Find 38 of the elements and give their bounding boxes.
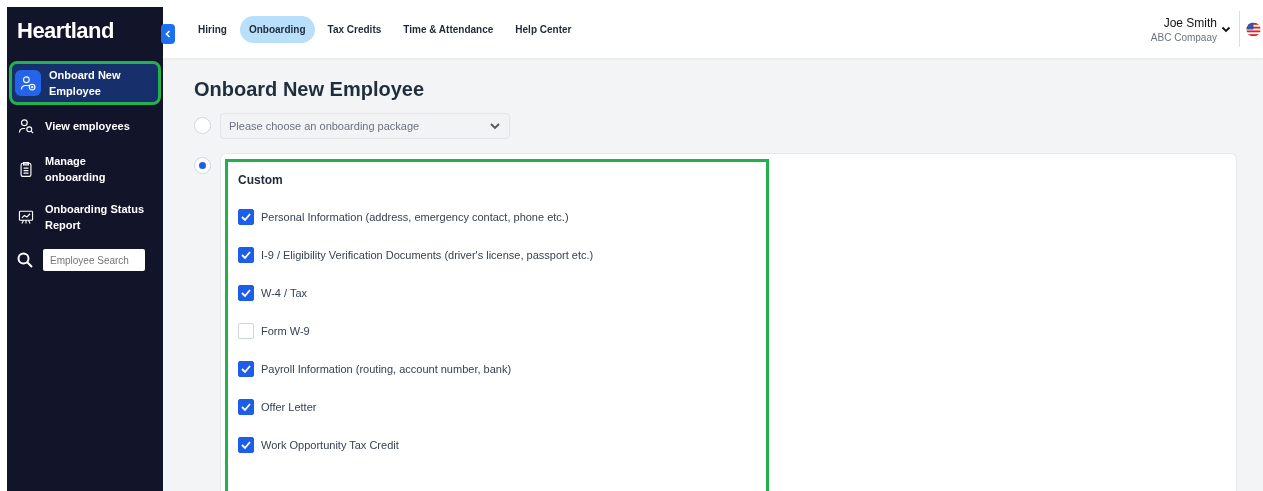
radio-button[interactable] <box>194 157 211 174</box>
nav-tab[interactable]: Hiring <box>189 15 236 43</box>
checkbox-option[interactable]: Personal Information (address, emergency contact, phone etc.) <box>238 209 569 225</box>
checkbox[interactable] <box>238 361 254 377</box>
checkbox[interactable] <box>238 399 254 415</box>
search-icon <box>17 252 33 268</box>
chevron-down-icon <box>489 120 501 132</box>
package-dropdown[interactable]: Please choose an onboarding package <box>220 113 510 139</box>
checkbox[interactable] <box>238 437 254 453</box>
checkbox-option[interactable]: W-4 / Tax <box>238 285 308 301</box>
checkbox-option[interactable]: Payroll Information (routing, account number, bank) <box>238 361 512 377</box>
sidebar-item[interactable]: Manage onboarding <box>11 149 159 189</box>
checkbox[interactable] <box>238 285 254 301</box>
flag-icon[interactable] <box>1246 21 1261 37</box>
sidebar-item[interactable]: Onboard New Employee <box>11 63 159 103</box>
nav-tab[interactable]: Tax Credits <box>318 15 391 43</box>
checkbox[interactable] <box>238 247 254 263</box>
nav-tab[interactable]: Onboarding <box>239 15 315 43</box>
checkbox-option[interactable]: Form W-9 <box>238 323 310 339</box>
checkbox[interactable] <box>238 209 254 225</box>
checkbox-option[interactable]: I-9 / Eligibility Verification Documents (driver's license, passport etc.) <box>238 247 594 263</box>
section-title: Custom <box>238 173 284 187</box>
company-name: ABC Compaay <box>1150 31 1217 43</box>
logo: Heartland <box>16 17 115 44</box>
nav-tab[interactable]: Time & Attendance <box>394 15 503 43</box>
sidebar-item[interactable]: View employees <box>11 111 159 141</box>
radio-button[interactable] <box>194 117 211 134</box>
search-field[interactable]: Employee Search <box>43 249 145 271</box>
page-title: Onboard New Employee <box>194 78 426 101</box>
sidebar-item[interactable]: Onboarding Status Report <box>11 197 159 237</box>
checkbox-option[interactable]: Offer Letter <box>238 399 317 415</box>
checkbox-option[interactable]: Work Opportunity Tax Credit <box>238 437 399 453</box>
user-name: Joe Smith <box>1163 15 1217 30</box>
chevron-left-icon <box>164 30 172 38</box>
collapse-button[interactable] <box>161 24 175 44</box>
chevron-down-icon[interactable] <box>1221 24 1231 34</box>
nav-tab[interactable]: Help Center <box>506 15 581 43</box>
user-plus-icon <box>15 70 41 96</box>
